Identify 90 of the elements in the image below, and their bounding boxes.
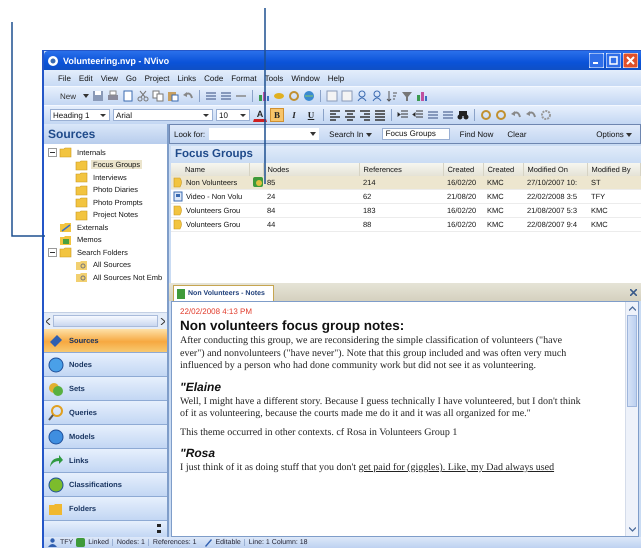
- sort-icon[interactable]: [386, 90, 398, 102]
- globe-icon[interactable]: [303, 90, 316, 102]
- app-icon: [47, 54, 59, 66]
- menu-item[interactable]: Project: [140, 74, 174, 82]
- pane-title: Sources: [44, 124, 167, 144]
- field-label: Look for:: [174, 130, 206, 138]
- folder-icon: [59, 221, 73, 234]
- chart-icon[interactable]: [416, 90, 428, 102]
- menu-item[interactable]: Edit: [74, 74, 97, 82]
- scissors-icon[interactable]: [137, 90, 150, 102]
- menu-item[interactable]: Code: [200, 74, 228, 82]
- folder-icon: [59, 246, 73, 258]
- binoculars-icon[interactable]: [457, 109, 469, 121]
- size-dropdown[interactable]: 10: [216, 109, 250, 121]
- search-in-field[interactable]: Focus Groups: [382, 128, 450, 140]
- search-folder-icon: [75, 258, 89, 271]
- person-icon: [48, 538, 57, 547]
- person-icon[interactable]: [356, 90, 368, 102]
- paste-icon[interactable]: [167, 90, 180, 102]
- minimize-icon[interactable]: [589, 53, 604, 68]
- align-right-icon[interactable]: [359, 109, 371, 121]
- align-center-icon[interactable]: [344, 109, 356, 121]
- vertical-scrollbar[interactable]: [625, 302, 638, 536]
- print-icon[interactable]: [107, 90, 120, 102]
- search-field[interactable]: [209, 128, 320, 140]
- options-button[interactable]: Options: [592, 130, 636, 138]
- clear-button[interactable]: Clear: [503, 130, 531, 138]
- close-icon[interactable]: [630, 289, 637, 296]
- new-button[interactable]: New: [50, 92, 80, 100]
- folder-icon: [59, 146, 73, 158]
- bold-button[interactable]: B: [270, 108, 284, 122]
- chart-icon[interactable]: [258, 90, 270, 102]
- menu-item[interactable]: Format: [227, 74, 261, 82]
- menu-item[interactable]: File: [54, 74, 75, 82]
- underline-button[interactable]: U: [304, 108, 318, 122]
- note-heading: Non volunteers focus group notes:: [180, 317, 406, 334]
- window-icon[interactable]: [341, 90, 354, 102]
- italic-button[interactable]: I: [287, 108, 301, 122]
- caret-icon: [626, 132, 632, 136]
- folder-icon: [75, 171, 89, 184]
- document-icon: [173, 177, 183, 188]
- folder-icon: [75, 196, 89, 208]
- window-title: Volunteering.nvp - NVivo: [63, 56, 170, 66]
- note-paragraph: This theme occurred in other contexts. cf Rosa in Volunteers Group 1: [180, 426, 458, 439]
- document-icon[interactable]: [122, 90, 134, 102]
- magnifier-icon: [48, 404, 64, 420]
- document-icon: [173, 205, 183, 216]
- align-left-icon[interactable]: [329, 109, 341, 121]
- window-icon[interactable]: [326, 90, 338, 102]
- maximize-icon[interactable]: [606, 53, 621, 68]
- folder-icon: [75, 184, 89, 196]
- quote-heading: "Elaine: [180, 378, 222, 394]
- person-icon[interactable]: [371, 90, 384, 102]
- find-now-button[interactable]: Find Now: [456, 130, 498, 138]
- caret-icon[interactable]: [310, 132, 316, 136]
- menu-item[interactable]: Links: [173, 74, 200, 82]
- list-title: Focus Groups: [171, 146, 641, 163]
- collapse-icon[interactable]: [48, 248, 57, 257]
- collapse-icon[interactable]: [48, 148, 57, 157]
- note-paragraph: I just think of it as doing stuff that you don't get paid for (giggles). Like, my Dad always used: [180, 462, 556, 474]
- justify-icon[interactable]: [374, 109, 386, 121]
- quote-heading: "Rosa: [180, 445, 216, 461]
- document-icon: [177, 288, 185, 298]
- menu-item[interactable]: Tools: [260, 74, 288, 82]
- filter-icon[interactable]: [401, 90, 414, 102]
- list-icon[interactable]: [205, 90, 218, 102]
- note-date: 22/02/2008 4:13 PM: [180, 307, 254, 317]
- menu-item[interactable]: Go: [122, 74, 141, 82]
- note-paragraph: Well, I might have a different story. Because I guess technically I have volunteered, but I don't think of it as volunteering, because the courts made me do it and it was all organized for me.": [180, 396, 582, 420]
- search-in-button[interactable]: Search In: [325, 130, 376, 138]
- copy-icon[interactable]: [152, 90, 164, 102]
- style-dropdown[interactable]: Heading 1: [50, 109, 110, 121]
- note-paragraph: After conducting this group, we are reconsidering the simple classification of volunteers ("have ever") and nonvolunteers ("have never"). Note that this group included and was often very much influenced by a person who had done community work but did not see it as volunteering.: [180, 335, 568, 372]
- menu-item[interactable]: Help: [324, 74, 348, 82]
- link-icon: [76, 538, 86, 547]
- search-folder-icon: [75, 271, 89, 284]
- arrow-icon: [48, 452, 64, 468]
- document-icon: [173, 219, 183, 230]
- caret-icon: [366, 132, 372, 136]
- list-icon[interactable]: [220, 90, 232, 102]
- font-dropdown[interactable]: Arial: [113, 109, 213, 121]
- folder-icon: [75, 158, 89, 171]
- folder-icon: [75, 208, 89, 221]
- menu-item[interactable]: View: [96, 74, 122, 82]
- menu-item[interactable]: Window: [287, 74, 324, 82]
- memo-folder-icon: [59, 234, 73, 246]
- horizontal-scrollbar[interactable]: [44, 312, 167, 329]
- video-icon: [173, 191, 183, 202]
- caret-icon[interactable]: [83, 94, 90, 98]
- more-icon[interactable]: [157, 524, 161, 534]
